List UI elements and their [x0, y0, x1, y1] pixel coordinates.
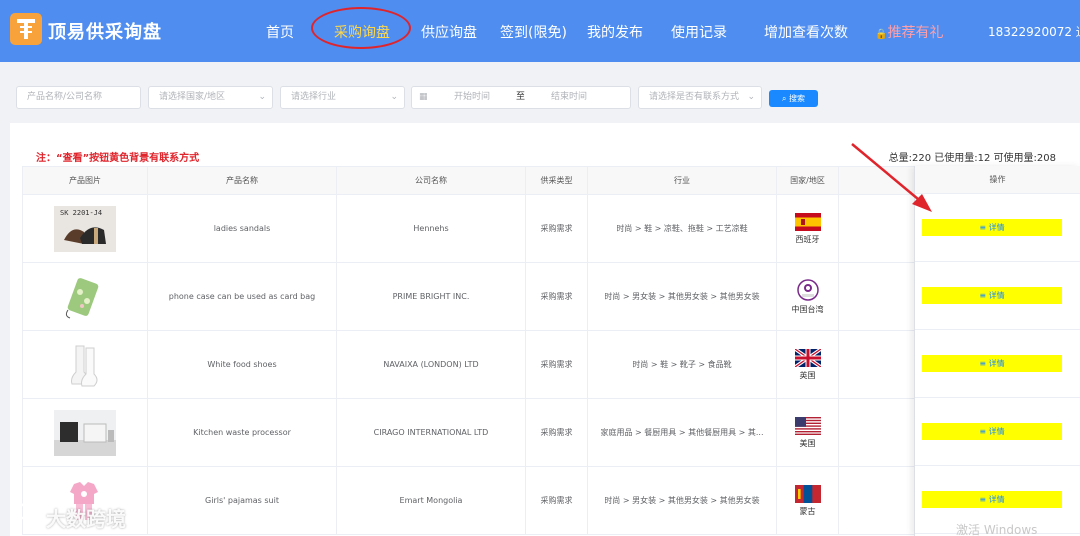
nav-checkin[interactable]: 签到(限免): [500, 22, 567, 42]
chevron-down-icon: ⌄: [390, 92, 398, 102]
nav-add-views[interactable]: 增加查看次数: [764, 22, 848, 42]
product-image-cell: [22, 262, 148, 331]
search-icon: ⌕: [781, 94, 787, 103]
usa-flag-icon: [794, 416, 821, 435]
country-cell: 蒙古: [776, 466, 839, 535]
product-image-cell: [22, 330, 148, 399]
uk-flag-icon: [794, 348, 821, 367]
product-name-cell: ladies sandals: [147, 194, 337, 263]
operation-column: 操作 ≡ 详情 ≡ 详情 ≡ 详情 ≡ 详情 ≡ 详情: [914, 166, 1080, 536]
country-cell: 美国: [776, 398, 839, 467]
company-name-cell: NAVAIXA (LONDON) LTD: [336, 330, 526, 399]
industry-select-placeholder: 请选择行业: [291, 92, 337, 102]
product-name-cell: Girls' pajamas suit: [147, 466, 337, 535]
country-select-placeholder: 请选择国家/地区: [159, 92, 226, 102]
app-title: 顶易供采询盘: [48, 22, 162, 43]
windows-activation-watermark: 激活 Windows: [956, 523, 1038, 536]
taiwan-emblem-icon: [796, 278, 819, 301]
nav-my-posts[interactable]: 我的发布: [587, 22, 643, 42]
chevron-down-icon: ⌄: [747, 92, 755, 102]
boots-image[interactable]: [54, 341, 116, 388]
logo-icon: [10, 13, 42, 45]
date-range-separator: 至: [516, 92, 526, 102]
contact-select[interactable]: 请选择是否有联系方式 ⌄: [638, 86, 762, 109]
header-industry: 行业: [587, 166, 777, 195]
nav-usage-records[interactable]: 使用记录: [671, 22, 727, 42]
product-image-cell: SK 2201-J4: [22, 194, 148, 263]
mongolia-flag-icon: [794, 484, 821, 503]
operation-cell: ≡ 详情: [915, 330, 1080, 398]
watermark-text: 大数跨境: [46, 507, 126, 531]
industry-cell: 时尚 > 男女装 > 其他男女装 > 其他男女装: [587, 262, 777, 331]
nav-purchase-inquiry[interactable]: 采购询盘: [334, 22, 390, 42]
country-cell: 英国: [776, 330, 839, 399]
country-name: 蒙古: [799, 506, 816, 516]
search-button-label: 搜索: [789, 94, 806, 103]
phone-case-image[interactable]: [54, 273, 116, 320]
date-range-picker[interactable]: ▦ 开始时间 至 结束时间: [411, 86, 631, 109]
country-name: 英国: [799, 370, 816, 380]
detail-button[interactable]: ≡ 详情: [922, 491, 1062, 508]
product-image-cell: [22, 398, 148, 467]
country-name: 中国台湾: [791, 304, 824, 314]
nav-supply-inquiry[interactable]: 供应询盘: [421, 22, 477, 42]
supply-type-cell: 采购需求: [525, 398, 588, 467]
header-product-image: 产品图片: [22, 166, 148, 195]
search-button[interactable]: ⌕ 搜索: [769, 90, 818, 107]
country-name: 西班牙: [795, 234, 820, 244]
chevron-down-icon: ⌄: [258, 92, 266, 102]
country-cell: 西班牙: [776, 194, 839, 263]
company-name-cell: Emart Mongolia: [336, 466, 526, 535]
calendar-icon: ▦: [419, 92, 428, 102]
start-date-input[interactable]: 开始时间: [454, 87, 490, 108]
annotation-arrow-icon: [851, 143, 932, 212]
supply-type-cell: 采购需求: [525, 262, 588, 331]
product-name-cell: White food shoes: [147, 330, 337, 399]
image-caption: SK 2201-J4: [60, 209, 102, 217]
waste-processor-image[interactable]: [54, 409, 116, 456]
industry-cell: 时尚 > 男女装 > 其他男女装 > 其他男女装: [587, 466, 777, 535]
detail-button[interactable]: ≡ 详情: [922, 423, 1062, 440]
industry-cell: 时尚 > 鞋 > 靴子 > 食品靴: [587, 330, 777, 399]
header-supply-type: 供采类型: [525, 166, 588, 195]
keyword-input[interactable]: 产品名称/公司名称: [16, 86, 141, 109]
nav-referral[interactable]: 🔒推荐有礼: [875, 22, 943, 42]
user-info[interactable]: 18322920072 退出: [988, 23, 1080, 40]
gift-icon: 🔒: [875, 29, 888, 40]
company-name-cell: PRIME BRIGHT INC.: [336, 262, 526, 331]
industry-select[interactable]: 请选择行业 ⌄: [280, 86, 405, 109]
contact-note: 注：“查看”按钮黄色背景有联系方式: [36, 153, 200, 164]
header-company-name: 公司名称: [336, 166, 526, 195]
nav-referral-label: 推荐有礼: [887, 25, 944, 41]
detail-button[interactable]: ≡ 详情: [922, 287, 1062, 304]
industry-cell: 时尚 > 鞋 > 凉鞋、拖鞋 > 工艺凉鞋: [587, 194, 777, 263]
header-country: 国家/地区: [776, 166, 839, 195]
contact-select-placeholder: 请选择是否有联系方式: [649, 92, 740, 102]
operation-cell: ≡ 详情: [915, 262, 1080, 330]
company-name-cell: Hennehs: [336, 194, 526, 263]
supply-type-cell: 采购需求: [525, 194, 588, 263]
end-date-input[interactable]: 结束时间: [551, 87, 587, 108]
supply-type-cell: 采购需求: [525, 330, 588, 399]
top-header: 顶易供采询盘 首页 采购询盘 供应询盘 签到(限免) 我的发布 使用记录 增加查…: [0, 0, 1080, 62]
company-name-cell: CIRAGO INTERNATIONAL LTD: [336, 398, 526, 467]
watermark-logo-icon: [10, 503, 42, 520]
country-select[interactable]: 请选择国家/地区 ⌄: [148, 86, 273, 109]
product-name-cell: phone case can be used as card bag: [147, 262, 337, 331]
product-name-cell: Kitchen waste processor: [147, 398, 337, 467]
header-product-name: 产品名称: [147, 166, 337, 195]
industry-cell: 家庭用品 > 餐厨用具 > 其他餐厨用具 > 其...: [587, 398, 777, 467]
nav-home[interactable]: 首页: [266, 22, 294, 42]
sandal-image[interactable]: SK 2201-J4: [54, 205, 116, 252]
detail-button[interactable]: ≡ 详情: [922, 355, 1062, 372]
country-name: 美国: [799, 438, 816, 448]
spain-flag-icon: [794, 212, 821, 231]
operation-cell: ≡ 详情: [915, 398, 1080, 466]
supply-type-cell: 采购需求: [525, 466, 588, 535]
country-cell: 中国台湾: [776, 262, 839, 331]
detail-button[interactable]: ≡ 详情: [922, 219, 1062, 236]
